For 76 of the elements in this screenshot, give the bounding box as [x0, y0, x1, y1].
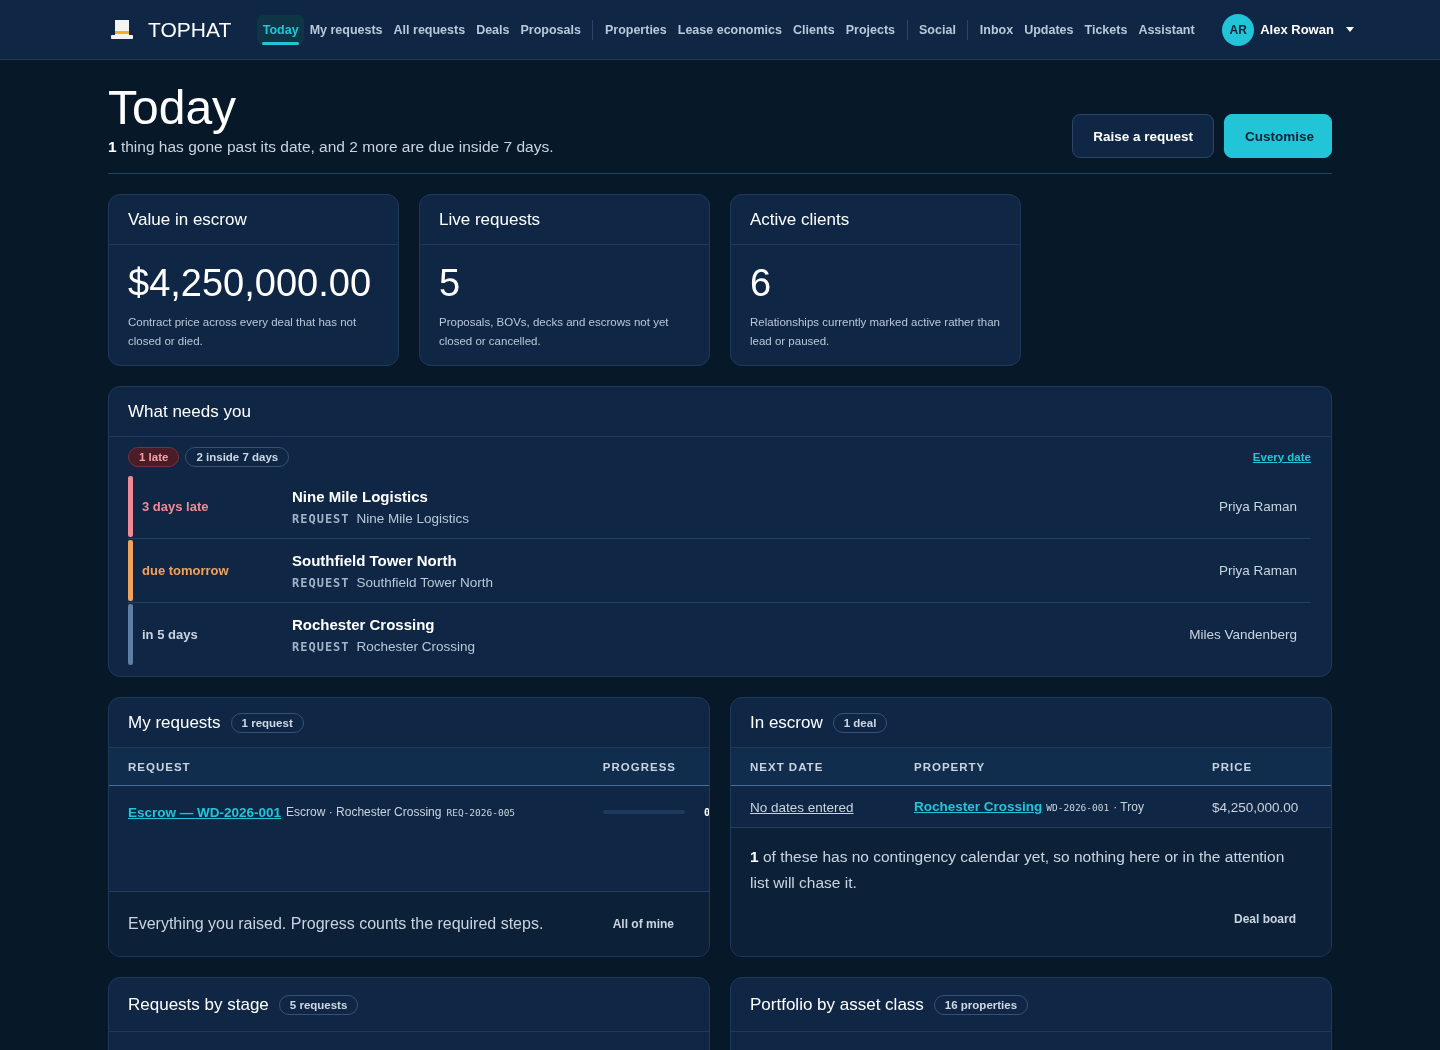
customise-button[interactable]: Customise	[1224, 114, 1332, 158]
item-title[interactable]: Rochester Crossing	[292, 615, 476, 633]
nav-tab[interactable]: Clients	[787, 14, 841, 45]
card-title: My requests	[128, 712, 221, 733]
item-title[interactable]: Nine Mile Logistics	[292, 487, 470, 505]
card-title: Active clients	[750, 209, 850, 230]
request-link[interactable]: Escrow — WD-2026-001	[128, 804, 282, 820]
card-title: Portfolio by asset class	[750, 994, 924, 1015]
card-title: Requests by stage	[128, 994, 269, 1015]
due-label: 3 days late	[141, 499, 210, 514]
user-avatar: AR	[1222, 13, 1255, 46]
nav-tab[interactable]: All requests	[388, 14, 471, 45]
stat-value: 5	[439, 261, 462, 305]
item-subtitle: Nine Mile Logistics	[356, 510, 470, 526]
nav-tab[interactable]: Proposals	[515, 14, 587, 45]
card-title: Value in escrow	[128, 209, 247, 230]
item-type: REQUEST	[292, 511, 350, 526]
nav-tab[interactable]: Lease economics	[672, 14, 788, 45]
nav-tab[interactable]: Inbox	[974, 14, 1019, 45]
user-name: Alex Rowan	[1260, 22, 1334, 37]
every-date-link[interactable]: Every date	[1252, 451, 1311, 463]
stat-value: $4,250,000.00	[128, 261, 372, 305]
raise-request-button[interactable]: Raise a request	[1072, 114, 1214, 158]
stat-note: Contract price across every deal that has not closed or died.	[128, 315, 358, 349]
property-link[interactable]: Rochester Crossing	[914, 799, 1043, 814]
page-title: Today	[108, 82, 238, 134]
column-header: PROGRESS	[602, 760, 676, 773]
deal-code: WD-2026-001	[1046, 802, 1110, 813]
stat-value: 6	[750, 261, 773, 305]
urgency-bar	[128, 476, 133, 537]
footer-note: Everything you raised. Progress counts the required steps.	[128, 915, 544, 933]
nav-tab[interactable]: Today	[257, 14, 305, 45]
urgency-bar	[128, 604, 133, 665]
brand-name: TOPHAT	[148, 17, 232, 42]
nav-tab[interactable]: Projects	[840, 14, 901, 45]
item-subtitle: Rochester Crossing	[356, 638, 476, 654]
due-label: in 5 days	[141, 627, 199, 642]
page-summary: 1 thing has gone past its date, and 2 more are due inside 7 days.	[108, 138, 554, 156]
item-owner: Miles Vandenberg	[1189, 627, 1298, 642]
deal-board-link[interactable]: Deal board	[1234, 912, 1296, 926]
nav-tab[interactable]: Assistant	[1132, 14, 1201, 45]
column-header: PRICE	[1212, 760, 1254, 773]
column-header: REQUEST	[128, 760, 191, 773]
nav-tab[interactable]: Tickets	[1079, 14, 1133, 45]
item-owner: Priya Raman	[1218, 563, 1298, 578]
stat-note: Proposals, BOVs, decks and escrows not yet closed or cancelled.	[439, 315, 670, 349]
card-title: What needs you	[128, 401, 251, 422]
item-owner: Priya Raman	[1218, 499, 1298, 514]
column-header: PROPERTY	[914, 760, 987, 773]
due-label: due tomorrow	[141, 563, 230, 578]
item-type: REQUEST	[292, 639, 350, 654]
nav-tab[interactable]: Deals	[470, 14, 515, 45]
stat-note: Relationships currently marked active rather than lead or paused.	[750, 315, 1001, 349]
nav-tab[interactable]: Properties	[599, 14, 673, 45]
user-menu[interactable]: AR Alex Rowan	[1222, 13, 1354, 46]
nav-tab[interactable]: Social	[913, 14, 962, 45]
top-hat-icon	[110, 18, 134, 41]
nav-tab[interactable]: My requests	[304, 14, 389, 45]
progress-reading: 0	[704, 806, 709, 818]
deal-place: · Troy	[1113, 800, 1144, 814]
escrow-note: 1 of these has no contingency calendar yet, so nothing here or in the attention list will chase it.	[750, 847, 1286, 893]
item-title[interactable]: Southfield Tower North	[292, 551, 493, 569]
card-title: In escrow	[750, 712, 823, 733]
item-type: REQUEST	[292, 575, 350, 590]
urgency-bar	[128, 540, 133, 601]
deal-price: $4,250,000.00	[1212, 799, 1299, 815]
column-header: NEXT DATE	[750, 760, 825, 773]
nav-tab[interactable]: Updates	[1018, 14, 1080, 45]
item-subtitle: Southfield Tower North	[356, 574, 493, 590]
filter-chip: 1 late	[128, 447, 180, 467]
request-meta: Escrow · Rochester Crossing	[286, 805, 442, 819]
card-title: Live requests	[439, 209, 541, 230]
next-date-link[interactable]: No dates entered	[750, 799, 854, 815]
caret-icon	[1345, 26, 1354, 33]
request-code: REQ-2026-005	[446, 806, 516, 818]
all-of-mine-link[interactable]: All of mine	[612, 917, 674, 931]
